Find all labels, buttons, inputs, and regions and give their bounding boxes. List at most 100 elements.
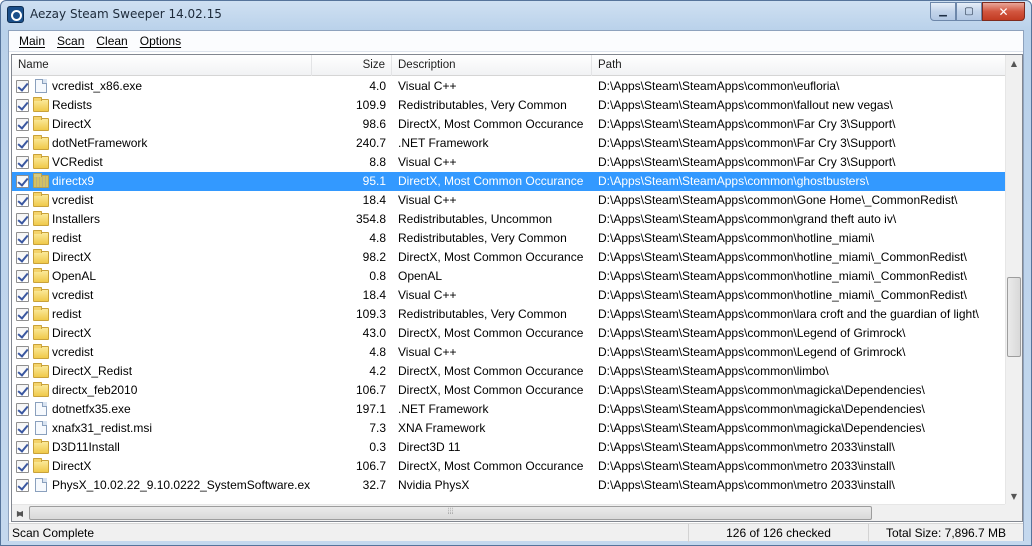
vertical-scrollbar[interactable]: ▲ ▼ (1005, 55, 1022, 505)
row-checkbox[interactable] (16, 441, 29, 454)
table-row[interactable]: Redists 109.9 Redistributables, Very Commo… (12, 96, 1007, 115)
folder-icon (33, 287, 49, 302)
row-name: vcredist (52, 345, 94, 359)
row-name: directx_feb2010 (52, 383, 138, 397)
table-row[interactable]: OpenAL 0.8 OpenAL D:\Apps\Steam\SteamApps\c… (12, 267, 1007, 286)
table-row[interactable]: Installers 354.8 Redistributables, Uncommo… (12, 210, 1007, 229)
steam-app-icon[interactable] (7, 6, 24, 23)
row-checkbox[interactable] (16, 99, 29, 112)
horizontal-scrollbar[interactable]: ◀ ⦙⦙⦙ ▶ (12, 504, 1007, 521)
row-checkbox[interactable] (16, 346, 29, 359)
row-checkbox[interactable] (16, 232, 29, 245)
folder-icon (33, 230, 49, 245)
row-name: redist (52, 231, 82, 245)
scroll-up-arrow-icon[interactable]: ▲ (1006, 55, 1022, 72)
scroll-down-arrow-icon[interactable]: ▼ (1006, 488, 1022, 505)
row-name: vcredist_x86.exe (52, 79, 143, 93)
row-checkbox[interactable] (16, 194, 29, 207)
row-description: DirectX, Most Common Occurance (398, 174, 584, 188)
row-checkbox[interactable] (16, 156, 29, 169)
table-row[interactable]: VCRedist 8.8 Visual C++ D:\Apps\Steam\Steam… (12, 153, 1007, 172)
minimize-icon: ▁ (939, 6, 947, 17)
table-row[interactable]: DirectX 106.7 DirectX, Most Common Occuran… (12, 457, 1007, 476)
row-checkbox[interactable] (16, 460, 29, 473)
menu-options[interactable]: Options (134, 34, 187, 48)
row-size: 197.1 (355, 402, 386, 416)
horizontal-scroll-thumb[interactable]: ⦙⦙⦙ (29, 506, 872, 520)
table-row[interactable]: xnafx31_redist.msi 7.3 XNA Framework D:\App… (12, 419, 1007, 438)
table-row[interactable]: PhysX_10.02.22_9.10.0222_SystemSoftware.… (12, 476, 1007, 495)
row-description: Visual C++ (398, 288, 457, 302)
row-checkbox[interactable] (16, 270, 29, 283)
row-path: D:\Apps\Steam\SteamApps\common\hotline_m… (598, 288, 967, 302)
row-size: 240.7 (355, 136, 386, 150)
minimize-button[interactable]: ▁ (930, 2, 956, 21)
table-row[interactable]: dotnetfx35.exe 197.1 .NET Framework D:\Apps… (12, 400, 1007, 419)
table-row[interactable]: directx_feb2010 106.7 DirectX, Most Common… (12, 381, 1007, 400)
row-path: D:\Apps\Steam\SteamApps\common\Far Cry 3… (598, 136, 896, 150)
row-size: 106.7 (355, 383, 386, 397)
menu-main[interactable]: Main (13, 34, 51, 48)
column-header-path[interactable]: Path (592, 55, 1008, 76)
row-description: Visual C++ (398, 193, 457, 207)
column-header-name[interactable]: Name (12, 55, 312, 76)
table-row[interactable]: directx9 95.1 DirectX, Most Common Occuran… (12, 172, 1007, 191)
window-title: Aezay Steam Sweeper 14.02.15 (30, 7, 222, 21)
results-list[interactable]: Name Size Description Path vcredist_x86.… (11, 54, 1023, 522)
row-checkbox[interactable] (16, 365, 29, 378)
row-size: 7.3 (369, 421, 386, 435)
table-row[interactable]: D3D11Install 0.3 Direct3D 11 D:\Apps\Steam\… (12, 438, 1007, 457)
row-checkbox[interactable] (16, 384, 29, 397)
row-checkbox[interactable] (16, 422, 29, 435)
table-row[interactable]: vcredist 18.4 Visual C++ D:\Apps\Steam\Stea… (12, 191, 1007, 210)
folder-icon (33, 192, 49, 207)
row-checkbox[interactable] (16, 80, 29, 93)
row-name: vcredist (52, 288, 94, 302)
table-row[interactable]: dotNetFramework 240.7 .NET Framework D:\App… (12, 134, 1007, 153)
row-description: Redistributables, Uncommon (398, 212, 553, 226)
row-checkbox[interactable] (16, 175, 29, 188)
status-bar: Scan Complete 126 of 126 checked Total S… (9, 523, 1023, 542)
folder-icon (33, 344, 49, 359)
row-checkbox[interactable] (16, 251, 29, 264)
title-bar[interactable]: Aezay Steam Sweeper 14.02.15 ▁ ▢ ✕ (1, 1, 1031, 29)
row-size: 32.7 (362, 478, 386, 492)
column-header-description[interactable]: Description (392, 55, 592, 76)
row-name: redist (52, 307, 82, 321)
row-path: D:\Apps\Steam\SteamApps\common\metro 203… (598, 440, 895, 454)
table-row[interactable]: vcredist_x86.exe 4.0 Visual C++ D:\Apps\Ste… (12, 77, 1007, 96)
table-row[interactable]: DirectX 98.2 DirectX, Most Common Occuranc… (12, 248, 1007, 267)
row-path: D:\Apps\Steam\SteamApps\common\grand the… (598, 212, 897, 226)
row-checkbox[interactable] (16, 118, 29, 131)
table-row[interactable]: vcredist 18.4 Visual C++ D:\Apps\Steam\Stea… (12, 286, 1007, 305)
close-button[interactable]: ✕ (982, 2, 1025, 21)
table-row[interactable]: redist 109.3 Redistributables, Very Common… (12, 305, 1007, 324)
folder-icon (33, 249, 49, 264)
table-row[interactable]: redist 4.8 Redistributables, Very Common D:… (12, 229, 1007, 248)
table-row[interactable]: vcredist 4.8 Visual C++ D:\Apps\Steam\Steam… (12, 343, 1007, 362)
scroll-right-arrow-icon[interactable]: ▶ (12, 505, 28, 521)
row-description: Nvidia PhysX (398, 478, 470, 492)
row-checkbox[interactable] (16, 308, 29, 321)
row-description: DirectX, Most Common Occurance (398, 250, 584, 264)
menu-bar: Main Scan Clean Options (9, 31, 1023, 52)
row-checkbox[interactable] (16, 213, 29, 226)
scrollbar-corner (1005, 504, 1022, 521)
menu-scan[interactable]: Scan (51, 34, 90, 48)
row-checkbox[interactable] (16, 479, 29, 492)
table-row[interactable]: DirectX_Redist 4.2 DirectX, Most Common Oc… (12, 362, 1007, 381)
maximize-button[interactable]: ▢ (956, 2, 982, 21)
table-row[interactable]: DirectX 43.0 DirectX, Most Common Occuranc… (12, 324, 1007, 343)
menu-clean[interactable]: Clean (90, 34, 133, 48)
row-name: PhysX_10.02.22_9.10.0222_SystemSoftware.… (52, 478, 310, 492)
vertical-scroll-thumb[interactable] (1007, 277, 1021, 357)
folder-icon (33, 211, 49, 226)
row-checkbox[interactable] (16, 403, 29, 416)
row-checkbox[interactable] (16, 289, 29, 302)
row-size: 109.9 (355, 98, 386, 112)
file-icon (35, 421, 47, 435)
table-row[interactable]: DirectX 98.6 DirectX, Most Common Occuranc… (12, 115, 1007, 134)
column-header-size[interactable]: Size (312, 55, 392, 76)
row-checkbox[interactable] (16, 137, 29, 150)
row-checkbox[interactable] (16, 327, 29, 340)
